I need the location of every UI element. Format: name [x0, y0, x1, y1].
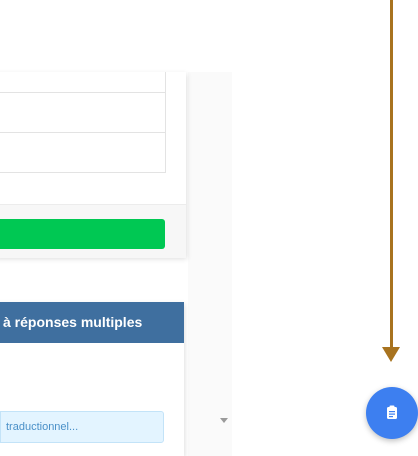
table-box — [0, 72, 166, 173]
table-row-divider — [0, 132, 165, 133]
card-header-title: à réponses multiples — [3, 314, 143, 330]
multiple-choice-card: à réponses multiples — [0, 302, 184, 456]
annotation-arrow-shaft — [390, 0, 393, 349]
green-submit-button[interactable] — [0, 219, 165, 249]
clipboard-icon — [387, 405, 397, 419]
card-header: à réponses multiples — [0, 302, 184, 343]
answer-input[interactable] — [0, 411, 164, 443]
floating-action-button[interactable] — [366, 387, 418, 439]
annotation-arrow-head-icon — [382, 347, 400, 362]
card-footer — [0, 204, 186, 258]
table-row-divider — [0, 92, 165, 93]
top-card — [0, 72, 186, 258]
scroll-down-arrow-icon[interactable] — [220, 418, 228, 423]
scroll-column — [188, 72, 232, 456]
